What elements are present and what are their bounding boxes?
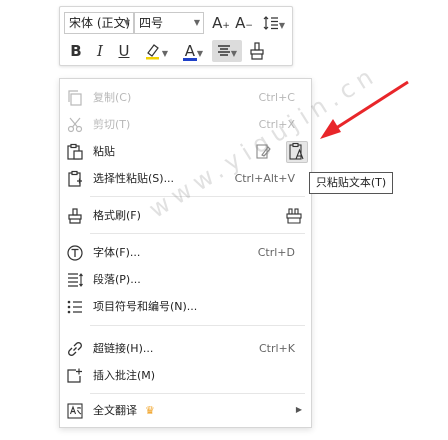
- submenu-arrow-icon: ▶: [295, 405, 302, 414]
- format-painter-button[interactable]: [246, 40, 268, 62]
- menu-item-paragraph[interactable]: 段落(P)...: [60, 268, 311, 292]
- font-color-bar: [182, 58, 197, 61]
- menu-item-shortcut: Ctrl+K: [258, 342, 295, 355]
- menu-item-bullets[interactable]: 项目符号和编号(N)...: [60, 295, 311, 319]
- menu-item-label: 项目符号和编号(N)...: [93, 300, 198, 313]
- menu-item-label: 剪切(T): [93, 118, 131, 131]
- crown-icon: ♛: [145, 404, 155, 417]
- menu-item-label: 选择性粘贴(S)...: [93, 172, 175, 185]
- plus-icon: +: [222, 21, 230, 31]
- menu-separator: [90, 393, 305, 394]
- highlighter-icon: [145, 44, 159, 60]
- grow-font-icon: A: [212, 14, 223, 32]
- paste-special-icon: [68, 170, 82, 187]
- menu-item-label: 超链接(H)...: [93, 342, 154, 355]
- paragraph-icon: [68, 273, 83, 287]
- menu-item-hyperlink[interactable]: 超链接(H)... Ctrl+K: [60, 337, 311, 361]
- italic-icon: I: [97, 42, 103, 60]
- menu-item-copy[interactable]: 复制(C) Ctrl+C: [60, 86, 311, 110]
- minus-icon: −: [245, 21, 253, 31]
- menu-item-font[interactable]: 字体(F)... Ctrl+D: [60, 241, 311, 265]
- menu-item-translate[interactable]: 全文翻译 ♛ ▶: [60, 399, 311, 423]
- line-spacing-icon: [263, 16, 278, 30]
- chevron-down-icon: ▼: [193, 18, 200, 27]
- menu-item-format-painter[interactable]: 格式刷(F): [60, 204, 311, 228]
- menu-item-label: 字体(F)...: [93, 246, 141, 259]
- italic-button[interactable]: I: [90, 40, 110, 62]
- brush-icon: [68, 208, 82, 224]
- add-comment-icon: [67, 368, 82, 383]
- floating-format-toolbar: 宋体 (正文) ▼ 四号 ▼ A+ A− ▼ B I U ▼ A ▼ ▼: [59, 6, 293, 66]
- menu-item-shortcut: Ctrl+C: [258, 91, 295, 104]
- font-name-value: 宋体 (正文): [69, 16, 131, 30]
- clipboard-icon: [67, 143, 83, 160]
- highlight-button[interactable]: ▼: [140, 40, 172, 62]
- shrink-font-icon: A: [235, 14, 246, 32]
- format-painter-multi-icon[interactable]: [285, 207, 303, 225]
- bold-icon: B: [70, 42, 82, 60]
- menu-item-label: 段落(P)...: [93, 273, 141, 286]
- translate-icon: [67, 403, 83, 419]
- font-color-button[interactable]: A ▼: [178, 40, 208, 62]
- chevron-down-icon: ▼: [196, 49, 204, 58]
- underline-button[interactable]: U: [114, 40, 134, 62]
- menu-item-label: 全文翻译 ♛: [93, 403, 155, 419]
- bullet-list-icon: [67, 300, 82, 314]
- chevron-down-icon: ▼: [278, 21, 286, 30]
- menu-item-insert-comment[interactable]: 插入批注(M): [60, 364, 311, 388]
- menu-item-label: 复制(C): [93, 91, 132, 104]
- link-icon: [68, 342, 82, 356]
- font-circle-icon: [67, 245, 83, 261]
- chevron-down-icon: ▼: [230, 49, 238, 58]
- copy-icon: [68, 90, 82, 106]
- toolbar-row-1: 宋体 (正文) ▼ 四号 ▼ A+ A− ▼: [60, 12, 292, 36]
- font-size-combo[interactable]: 四号 ▼: [134, 12, 204, 34]
- chevron-down-icon: ▼: [161, 49, 169, 58]
- menu-item-label: 格式刷(F): [93, 209, 141, 222]
- arrow-head: [320, 119, 341, 139]
- menu-item-shortcut: Ctrl+D: [257, 246, 295, 259]
- grow-font-button[interactable]: A+: [211, 12, 231, 34]
- underline-icon: U: [118, 42, 130, 60]
- shrink-font-button[interactable]: A−: [234, 12, 254, 34]
- paste-text-only-tooltip: 只粘贴文本(T): [309, 172, 393, 194]
- translate-label-text: 全文翻译: [93, 404, 137, 417]
- brush-icon: [250, 42, 264, 60]
- align-center-icon: [217, 45, 230, 56]
- font-size-value: 四号: [139, 16, 164, 30]
- menu-item-shortcut: Ctrl+Alt+V: [234, 172, 295, 185]
- font-name-combo[interactable]: 宋体 (正文) ▼: [64, 12, 134, 34]
- bold-button[interactable]: B: [66, 40, 86, 62]
- line-spacing-button[interactable]: ▼: [258, 12, 290, 34]
- menu-separator: [90, 325, 305, 326]
- align-button[interactable]: ▼: [212, 40, 242, 62]
- scissors-icon: [67, 117, 83, 133]
- paste-text-icon: [289, 142, 304, 160]
- toolbar-row-2: B I U ▼ A ▼ ▼: [60, 40, 292, 64]
- menu-item-label: 粘贴: [93, 145, 115, 158]
- menu-item-label: 插入批注(M): [93, 369, 156, 382]
- chevron-down-icon: ▼: [123, 18, 130, 27]
- menu-separator: [90, 233, 305, 234]
- paste-text-only-button[interactable]: [286, 141, 308, 163]
- screenshot-stage: 宋体 (正文) ▼ 四号 ▼ A+ A− ▼ B I U ▼ A ▼ ▼ 复制(…: [0, 0, 448, 440]
